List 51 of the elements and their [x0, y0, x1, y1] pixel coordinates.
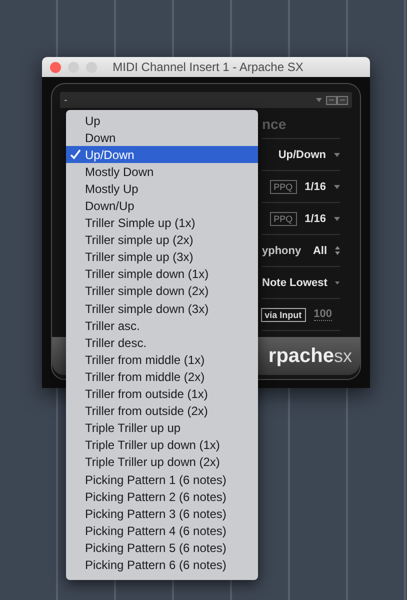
logo: rpachesx	[268, 344, 352, 368]
dropdown-value[interactable]: Note Lowest	[262, 276, 328, 288]
zoom-icon[interactable]	[86, 62, 97, 72]
spinner-value[interactable]: 100	[314, 308, 332, 321]
menu-item[interactable]: Triller Simple up (1x)	[66, 214, 258, 232]
menu-item[interactable]: Picking Pattern 1 (6 notes)	[66, 470, 258, 488]
menu-item[interactable]: Up/Down	[66, 146, 258, 164]
menu-item[interactable]: Triple Triller up up	[66, 420, 258, 437]
caret-icon	[334, 216, 340, 220]
stepper-icon	[335, 246, 340, 255]
menu-item[interactable]: Triller from outside (1x)	[66, 386, 258, 403]
menu-item[interactable]: Picking Pattern 4 (6 notes)	[66, 522, 258, 540]
ppq-toggle[interactable]: PPQ	[270, 212, 297, 226]
caret-icon	[334, 152, 340, 156]
menu-item[interactable]: Picking Pattern 2 (6 notes)	[66, 488, 258, 506]
menu-item[interactable]: Down	[66, 129, 258, 146]
spinner-value[interactable]: All	[312, 244, 327, 256]
menu-item[interactable]: Triple Triller up down (1x)	[66, 436, 258, 454]
menu-item[interactable]: Triple Triller up down (2x)	[66, 454, 258, 471]
caret-icon	[335, 280, 340, 284]
menu-item[interactable]: Picking Pattern 3 (6 notes)	[66, 505, 258, 522]
menu-item[interactable]: Triller simple up (2x)	[66, 232, 258, 249]
dropdown-value[interactable]: Up/Down	[278, 148, 326, 160]
menu-item[interactable]: Picking Pattern 6 (6 notes)	[66, 556, 258, 574]
menu-item[interactable]: Triller from middle (2x)	[66, 368, 258, 386]
checkmark-icon	[70, 149, 81, 160]
minimize-icon[interactable]	[68, 62, 79, 72]
dropdown-value[interactable]: 1/16	[304, 180, 326, 192]
menu-item[interactable]: Triller asc.	[66, 317, 258, 334]
menu-item[interactable]: Triller simple down (1x)	[66, 266, 258, 283]
caret-icon	[334, 184, 340, 188]
menu-item[interactable]: Triller from outside (2x)	[66, 402, 258, 420]
menu-item[interactable]: Triller desc.	[66, 334, 258, 352]
menu-item[interactable]: Triller simple up (3x)	[66, 248, 258, 266]
menu-item[interactable]: Mostly Up	[66, 180, 258, 198]
menu-item[interactable]: Triller simple down (3x)	[66, 300, 258, 318]
via-input-toggle[interactable]: via Input	[260, 308, 306, 322]
caret-icon	[316, 98, 322, 102]
ppq-toggle[interactable]: PPQ	[270, 180, 297, 194]
menu-item[interactable]: Up	[66, 112, 258, 130]
parameter-label: yphony	[262, 244, 302, 256]
preset-field[interactable]: -	[60, 92, 352, 108]
menu-item[interactable]: Picking Pattern 5 (6 notes)	[66, 539, 258, 556]
menu-item[interactable]: Down/Up	[66, 197, 258, 215]
section-heading: nce	[262, 116, 340, 139]
dropdown-value[interactable]: 1/16	[304, 212, 326, 224]
menu-item[interactable]: Mostly Down	[66, 163, 258, 180]
close-icon[interactable]	[50, 62, 61, 72]
menu-item[interactable]: Triller from middle (1x)	[66, 351, 258, 368]
window-title: MIDI Channel Insert 1 - Arpache SX	[112, 60, 304, 74]
menu-item[interactable]: Triller simple down (2x)	[66, 282, 258, 300]
